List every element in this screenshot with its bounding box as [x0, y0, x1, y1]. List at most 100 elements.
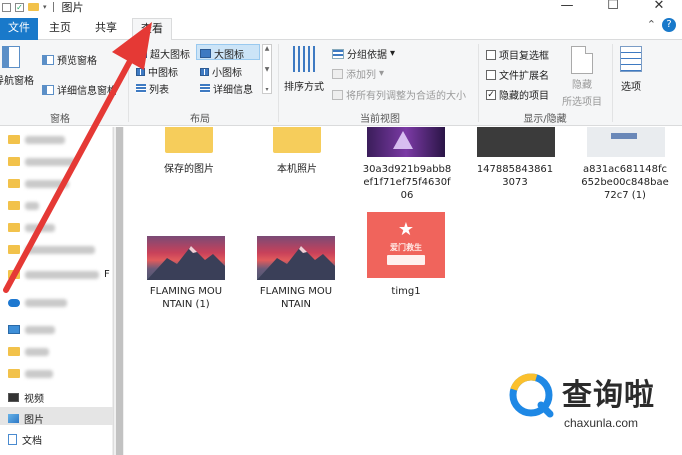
options-label: 选项	[621, 82, 641, 93]
nav-scroll-thumb[interactable]	[116, 127, 123, 455]
hidden-items-checkbox[interactable]: ✓	[486, 89, 496, 100]
sort-label: 排序方式	[284, 82, 324, 93]
nav-item-blurred[interactable]	[8, 179, 69, 188]
file-name: 本机照片	[277, 164, 317, 175]
file-item[interactable]: a831ac681148fc652be00c848bae72c7 (1)	[575, 163, 675, 202]
nav-scrollbar[interactable]	[113, 127, 124, 455]
help-icon[interactable]: ?	[662, 18, 676, 32]
dropdown-icon: ▾	[390, 48, 396, 59]
file-item[interactable]: timg1	[356, 285, 456, 298]
nav-item-blurred[interactable]	[8, 245, 95, 254]
details-pane-icon	[42, 84, 54, 95]
nav-item-pictures[interactable]: 图片	[8, 411, 44, 426]
layout-option-label: 大图标	[214, 50, 244, 61]
layout-small[interactable]: 小图标	[200, 64, 242, 79]
layout-large[interactable]: 大图标	[200, 46, 244, 61]
blurred-label	[25, 223, 55, 232]
nav-item-blurred[interactable]	[8, 157, 77, 166]
nav-pane-icon	[2, 46, 20, 68]
file-item[interactable]: 30a3d921b9abb8ef1f71ef75f4630f06	[357, 163, 457, 202]
layout-list[interactable]: 列表	[136, 81, 169, 96]
file-item[interactable]: FLAMING MOUNTAIN (1)	[136, 285, 236, 311]
file-extensions-checkbox[interactable]	[486, 69, 496, 80]
details-pane-button[interactable]: 详细信息窗格	[42, 82, 117, 97]
scroll-up-icon[interactable]: ▲	[265, 45, 270, 52]
nav-item-blurred[interactable]	[8, 369, 53, 378]
nav-item-label: 文档	[22, 436, 42, 447]
checkmark-icon[interactable]: ✓	[15, 2, 24, 12]
ribbon-view: 导航窗格 预览窗格 详细信息窗格 窗格 超大图标 大图标 中图标 小图标 列表 …	[0, 40, 682, 126]
triangle-logo-icon	[393, 131, 413, 149]
options-button[interactable]: 选项	[620, 46, 642, 93]
item-checkboxes-toggle[interactable]: 项目复选框	[486, 47, 549, 62]
ribbon-tabs: 文件 主页 共享 查看 ⌃ ?	[0, 14, 682, 41]
file-item[interactable]: 保存的图片	[139, 163, 239, 176]
thumb-title-text: 爱门救生	[390, 243, 422, 252]
tab-share[interactable]: 共享	[84, 18, 128, 40]
file-item[interactable]: FLAMING MOUNTAIN	[246, 285, 346, 311]
group-by-button[interactable]: 分组依据 ▾	[332, 46, 395, 61]
item-checkboxes-checkbox[interactable]	[486, 49, 496, 60]
group-by-icon	[332, 48, 344, 59]
layout-medium[interactable]: 中图标	[136, 64, 178, 79]
nav-item-documents[interactable]: 文档	[8, 432, 42, 447]
title-separator	[52, 2, 54, 12]
folder-icon	[8, 223, 20, 232]
ribbon-tools: ⌃ ?	[647, 18, 676, 32]
maximize-button[interactable]: ☐	[590, 0, 636, 13]
customize-dropdown-icon[interactable]: ▾	[43, 3, 47, 11]
hide-selected-button[interactable]: 隐藏 所选项目	[562, 46, 602, 108]
nav-item-blurred[interactable]	[8, 347, 49, 356]
properties-icon[interactable]	[2, 2, 11, 12]
nav-item-videos[interactable]: 视频	[8, 390, 44, 405]
folder-icon	[8, 270, 20, 279]
folder-icon	[8, 135, 20, 144]
gallery-expand-icon[interactable]: ▾	[265, 86, 268, 93]
file-extensions-toggle[interactable]: 文件扩展名	[486, 67, 549, 82]
folder-icon	[8, 369, 20, 378]
file-item[interactable]: 1478858438613073	[465, 163, 565, 189]
blurred-label	[25, 325, 55, 334]
new-folder-icon[interactable]	[28, 3, 39, 11]
layout-extra-large[interactable]: 超大图标	[136, 46, 190, 61]
blurred-label	[25, 135, 65, 144]
nav-item-blurred[interactable]	[8, 201, 39, 210]
preview-pane-button[interactable]: 预览窗格	[42, 52, 97, 67]
image-thumbnail	[257, 236, 335, 280]
blurred-label	[25, 245, 95, 254]
nav-item-blurred[interactable]	[8, 223, 55, 232]
nav-item-onedrive[interactable]	[8, 299, 67, 307]
layout-option-label: 中图标	[148, 68, 178, 79]
file-item[interactable]: 本机照片	[247, 163, 347, 176]
nav-item-blurred[interactable]	[8, 135, 65, 144]
hidden-items-toggle[interactable]: ✓ 隐藏的项目	[486, 87, 549, 102]
group-separator	[278, 44, 279, 122]
scroll-down-icon[interactable]: ▼	[265, 66, 270, 73]
layout-gallery-scroller[interactable]: ▲ ▼ ▾	[262, 44, 272, 94]
add-column-button[interactable]: 添加列 ▾	[332, 66, 384, 81]
current-view-group-label: 当前视图	[360, 114, 400, 125]
group-separator	[128, 44, 129, 122]
close-button[interactable]: ✕	[636, 0, 682, 13]
layout-details[interactable]: 详细信息	[200, 81, 253, 96]
image-thumbnail	[587, 127, 665, 157]
nav-pane-button[interactable]: 导航窗格	[0, 46, 34, 87]
computer-icon	[8, 325, 20, 334]
tab-file[interactable]: 文件	[0, 18, 38, 40]
minimize-button[interactable]: —	[544, 0, 590, 13]
blurred-label	[25, 179, 69, 188]
nav-item-this-pc[interactable]	[8, 325, 55, 334]
file-name: FLAMING MOUNTAIN	[259, 286, 333, 310]
file-name: timg1	[391, 286, 421, 297]
sort-by-button[interactable]: 排序方式	[284, 46, 324, 93]
tab-view[interactable]: 查看	[132, 18, 172, 41]
fit-columns-button[interactable]: 将所有列调整为合适的大小	[332, 87, 466, 102]
nav-item-blurred[interactable]: F	[8, 269, 110, 280]
collapse-ribbon-icon[interactable]: ⌃	[647, 18, 656, 32]
tab-home[interactable]: 主页	[40, 18, 80, 40]
hide-selected-label-2: 所选项目	[562, 97, 602, 108]
file-name: 30a3d921b9abb8ef1f71ef75f4630f06	[362, 164, 452, 201]
fit-columns-icon	[332, 89, 343, 100]
blurred-label	[25, 347, 49, 356]
group-separator	[612, 44, 613, 122]
